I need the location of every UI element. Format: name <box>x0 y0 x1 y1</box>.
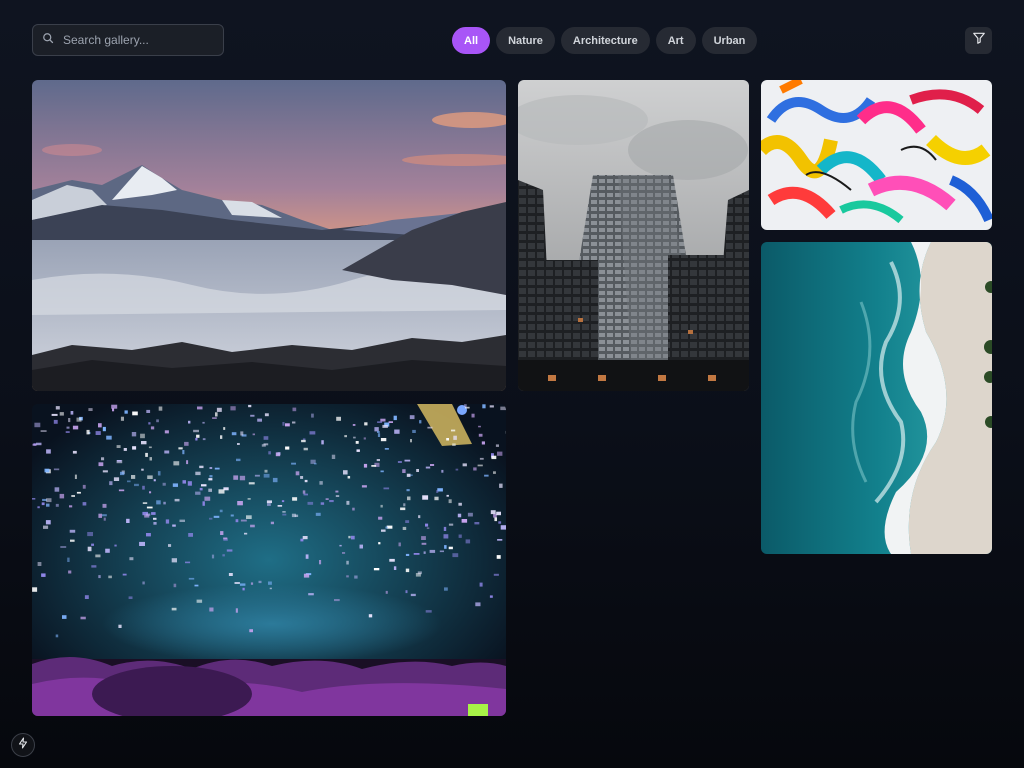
search-box[interactable] <box>32 24 224 56</box>
search-input[interactable] <box>63 33 203 47</box>
gallery-item-concert[interactable] <box>32 404 506 716</box>
art-photo <box>761 80 992 230</box>
lightning-badge[interactable] <box>11 733 35 757</box>
chip-all[interactable]: All <box>452 27 491 54</box>
filter-icon <box>972 31 986 50</box>
filter-button[interactable] <box>965 27 992 54</box>
chip-nature[interactable]: Nature <box>496 27 555 54</box>
gallery-item-beach[interactable] <box>761 242 992 554</box>
chip-architecture[interactable]: Architecture <box>560 27 650 54</box>
search-icon <box>42 31 54 49</box>
beach-photo <box>761 242 992 554</box>
category-filter-bar: All Nature Architecture Art Urban <box>452 27 758 54</box>
gallery-item-mountain[interactable] <box>32 80 506 391</box>
chip-urban[interactable]: Urban <box>701 27 758 54</box>
lightning-bolt-icon <box>17 736 29 754</box>
gallery-item-art[interactable] <box>761 80 992 230</box>
building-photo <box>518 80 749 391</box>
concert-photo <box>32 404 506 716</box>
gallery-item-building[interactable] <box>518 80 749 391</box>
mountain-photo <box>32 80 506 391</box>
chip-art[interactable]: Art <box>655 27 696 54</box>
